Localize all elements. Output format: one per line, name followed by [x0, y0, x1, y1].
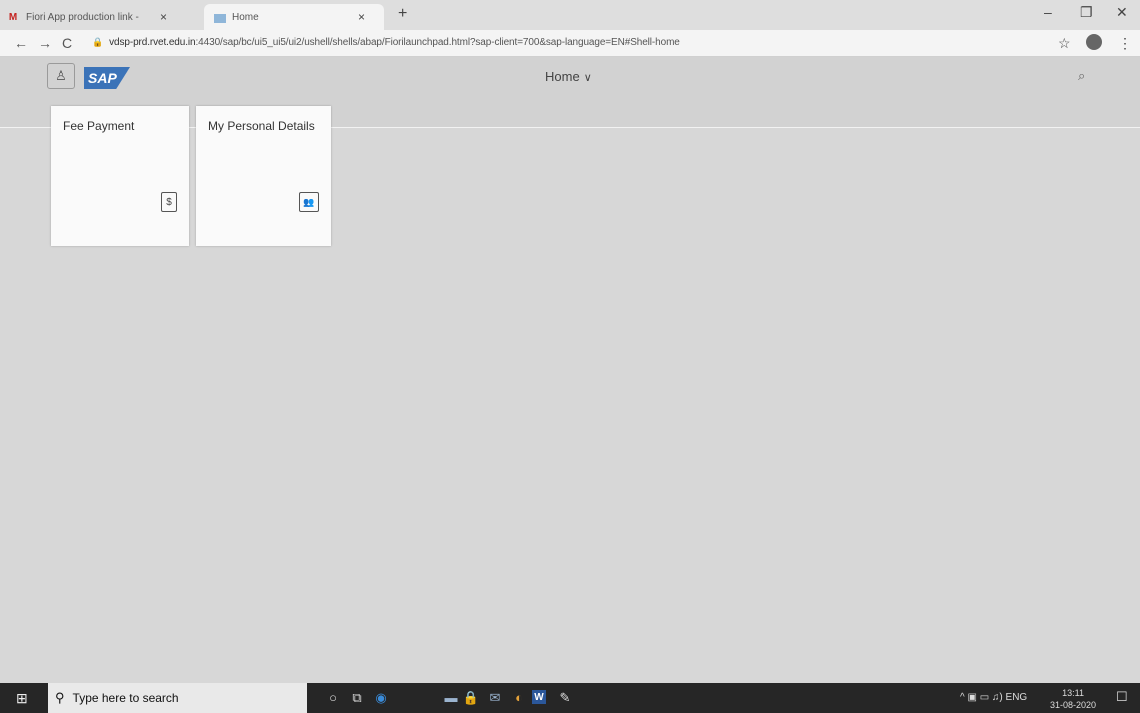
chrome-icon[interactable]: ◐	[510, 690, 528, 705]
url-path: :4430/sap/bc/ui5_ui5/ui2/ushell/shells/a…	[195, 37, 680, 48]
search-icon: ⚲	[55, 690, 65, 705]
url-field[interactable]: 🔒 vdsp-prd.rvet.edu.in:4430/sap/bc/ui5_ui…	[92, 37, 680, 48]
word-icon[interactable]: W	[532, 690, 546, 704]
search-icon[interactable]: ⌕	[1078, 68, 1085, 84]
taskbar-search-box[interactable]: ⚲ Type here to search	[48, 683, 307, 713]
page-title: Home	[545, 69, 580, 84]
mail-icon[interactable]: ✉	[486, 690, 504, 706]
search-placeholder: Type here to search	[72, 691, 179, 705]
user-button[interactable]: ♙	[47, 63, 75, 89]
browser-tab-fiori-link[interactable]: M Fiori App production link - ×	[6, 4, 196, 30]
tile-fee-payment[interactable]: Fee Payment $	[51, 106, 189, 246]
tile-title: Fee Payment	[63, 119, 135, 133]
restore-button[interactable]: ❐	[1080, 4, 1093, 21]
forward-button[interactable]: →	[38, 35, 52, 51]
sap-page-icon	[214, 13, 226, 23]
browser-tab-home[interactable]: Home ×	[204, 4, 384, 30]
lock-icon: 🔒	[92, 37, 104, 47]
paint-icon[interactable]: ✎	[556, 690, 574, 706]
store-icon[interactable]: 🔒	[462, 690, 480, 706]
tile-title: My Personal Details	[208, 119, 315, 133]
window-close-button[interactable]: ✕	[1116, 4, 1128, 21]
minimize-button[interactable]: –	[1044, 4, 1052, 20]
taskbar-clock[interactable]: 13:11 31-08-2020	[1050, 687, 1096, 711]
edge-icon[interactable]: ◉	[372, 690, 390, 706]
user-icon: ♙	[55, 68, 67, 83]
browser-menu-icon[interactable]: ⋮	[1118, 35, 1132, 52]
tab-label: Fiori App production link -	[26, 11, 139, 23]
clock-date: 31-08-2020	[1050, 700, 1097, 710]
tab-label: Home	[232, 11, 259, 23]
cortana-icon[interactable]: ○	[324, 690, 342, 705]
profile-avatar[interactable]	[1086, 34, 1102, 50]
url-host: vdsp-prd.rvet.edu.in	[109, 37, 196, 48]
windows-start-icon[interactable]: ⊞	[16, 690, 28, 707]
close-tab-icon[interactable]: ×	[160, 10, 167, 24]
close-tab-icon[interactable]: ×	[358, 10, 365, 24]
clock-time: 13:11	[1062, 688, 1084, 698]
invoice-icon: $	[161, 192, 177, 212]
bookmark-star-icon[interactable]: ☆	[1058, 35, 1071, 52]
new-tab-button[interactable]: +	[398, 5, 407, 23]
gmail-icon: M	[8, 11, 18, 23]
chevron-down-icon: ∨	[583, 72, 592, 84]
system-tray[interactable]: ^ ▣ ▭ ♫) ENG	[960, 692, 1027, 703]
shell-title-menu[interactable]: Home ∨	[545, 69, 592, 84]
reload-button[interactable]: C	[62, 35, 72, 51]
tile-my-personal-details[interactable]: My Personal Details 👥	[196, 106, 331, 246]
task-view-icon[interactable]: ⧉	[348, 690, 366, 706]
personal-details-icon: 👥	[299, 192, 319, 212]
back-button[interactable]: ←	[14, 35, 28, 51]
notification-icon[interactable]: ☐	[1116, 689, 1128, 705]
logo-text: SAP	[88, 70, 117, 86]
file-explorer-icon[interactable]: ▬	[442, 690, 460, 705]
